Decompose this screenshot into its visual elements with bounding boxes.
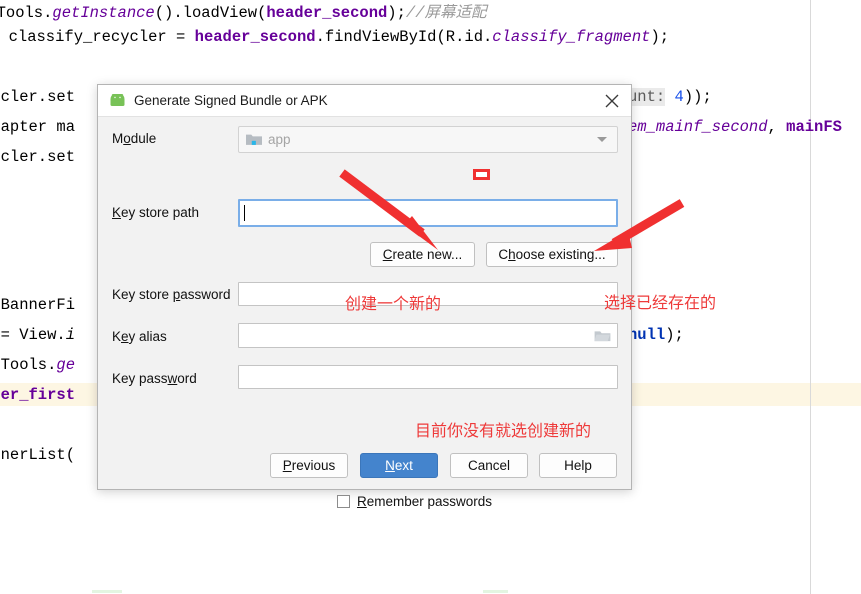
key-alias-label: Key alias [112,329,167,344]
code-token: i [65,326,76,344]
code-token: mainFS [786,118,842,136]
code-token: .findViewById(R.id. [315,28,493,46]
key-alias-input[interactable] [238,323,618,348]
code-line: t = View.i [0,326,75,344]
code-line: itBannerFi [0,296,75,314]
code-token: ge [56,356,76,374]
code-token: = View. [0,326,66,344]
code-token: header_second [266,4,388,22]
code-token: , [767,118,787,136]
code-token: nner_first [0,386,76,404]
remember-passwords-checkbox[interactable]: Remember passwords [337,494,492,509]
code-token: annerList( [0,446,76,464]
code-token: header_second [194,28,316,46]
code-token: w classify_recycler = [0,28,195,46]
generate-signed-bundle-dialog[interactable]: Generate Signed Bundle or APK Module app… [97,84,632,509]
key-store-path-label: Key store path [112,205,200,220]
key-store-path-input[interactable] [238,199,618,227]
code-line: unt: 4)); [628,88,712,106]
code-token: erTools. [0,4,53,22]
code-token: em_mainf_second [628,118,768,136]
folder-browse-icon[interactable] [594,329,611,342]
key-password-input[interactable] [238,365,618,389]
code-token: ); [387,4,406,22]
help-button[interactable]: Help [539,453,617,478]
key-store-password-label: Key store password [112,287,231,302]
remember-passwords-label: Remember passwords [357,494,493,509]
code-token: cycler.set [0,148,76,166]
code-token: null [628,326,666,344]
dialog-title: Generate Signed Bundle or APK [134,93,328,108]
small-red-marker-box [473,169,490,180]
code-token: erTools. [0,356,57,374]
code-token: ().loadView( [154,4,267,22]
code-token: getInstance [52,4,155,22]
module-label: Module [112,131,157,146]
code-token: classify_fragment [492,28,651,46]
choose-existing-button[interactable]: Choose existing... [486,242,618,267]
code-token: )); [683,88,712,106]
code-line: cycler.set [0,148,75,166]
code-token: unt: [628,88,666,106]
code-line: cycler.set [0,88,75,106]
cancel-button[interactable]: Cancel [450,453,528,478]
editor-guide-line [810,0,811,594]
code-token: Adapter ma [0,118,76,136]
text-caret [244,205,245,221]
android-robot-icon [110,94,125,106]
code-line: null); [628,326,684,344]
code-token: cycler.set [0,88,76,106]
code-token: ); [650,28,670,46]
code-token: 4 [674,88,684,106]
dialog-body: Module app Key store path Create new... … [98,117,631,490]
folder-icon [246,134,262,145]
module-dropdown[interactable]: app [238,126,618,153]
close-icon[interactable] [602,91,622,111]
next-button[interactable]: Next [360,453,438,478]
previous-button[interactable]: Previous [270,453,348,478]
editor-marker-stripe [483,590,508,593]
code-line: annerList( [0,446,75,464]
dialog-title-bar: Generate Signed Bundle or APK [98,85,631,117]
editor-marker-stripe [92,590,122,593]
code-token: itBannerFi [0,296,76,314]
code-line: Adapter ma [0,118,75,136]
code-line: nner_first [0,386,75,404]
create-new-button[interactable]: Create new... [370,242,475,267]
checkbox-box[interactable] [337,495,350,508]
code-line: erTools.getInstance().loadView(header_se… [0,0,487,22]
key-store-password-input[interactable] [238,282,618,306]
code-token: //屏幕适配 [405,4,487,22]
code-line: em_mainf_second, mainFS [628,118,842,136]
code-token: ); [665,326,684,344]
module-value: app [268,132,291,147]
key-password-label: Key password [112,371,197,386]
code-line: erTools.ge [0,356,75,374]
chevron-down-icon[interactable] [597,137,607,142]
code-line: w classify_recycler = header_second.find… [0,28,669,46]
